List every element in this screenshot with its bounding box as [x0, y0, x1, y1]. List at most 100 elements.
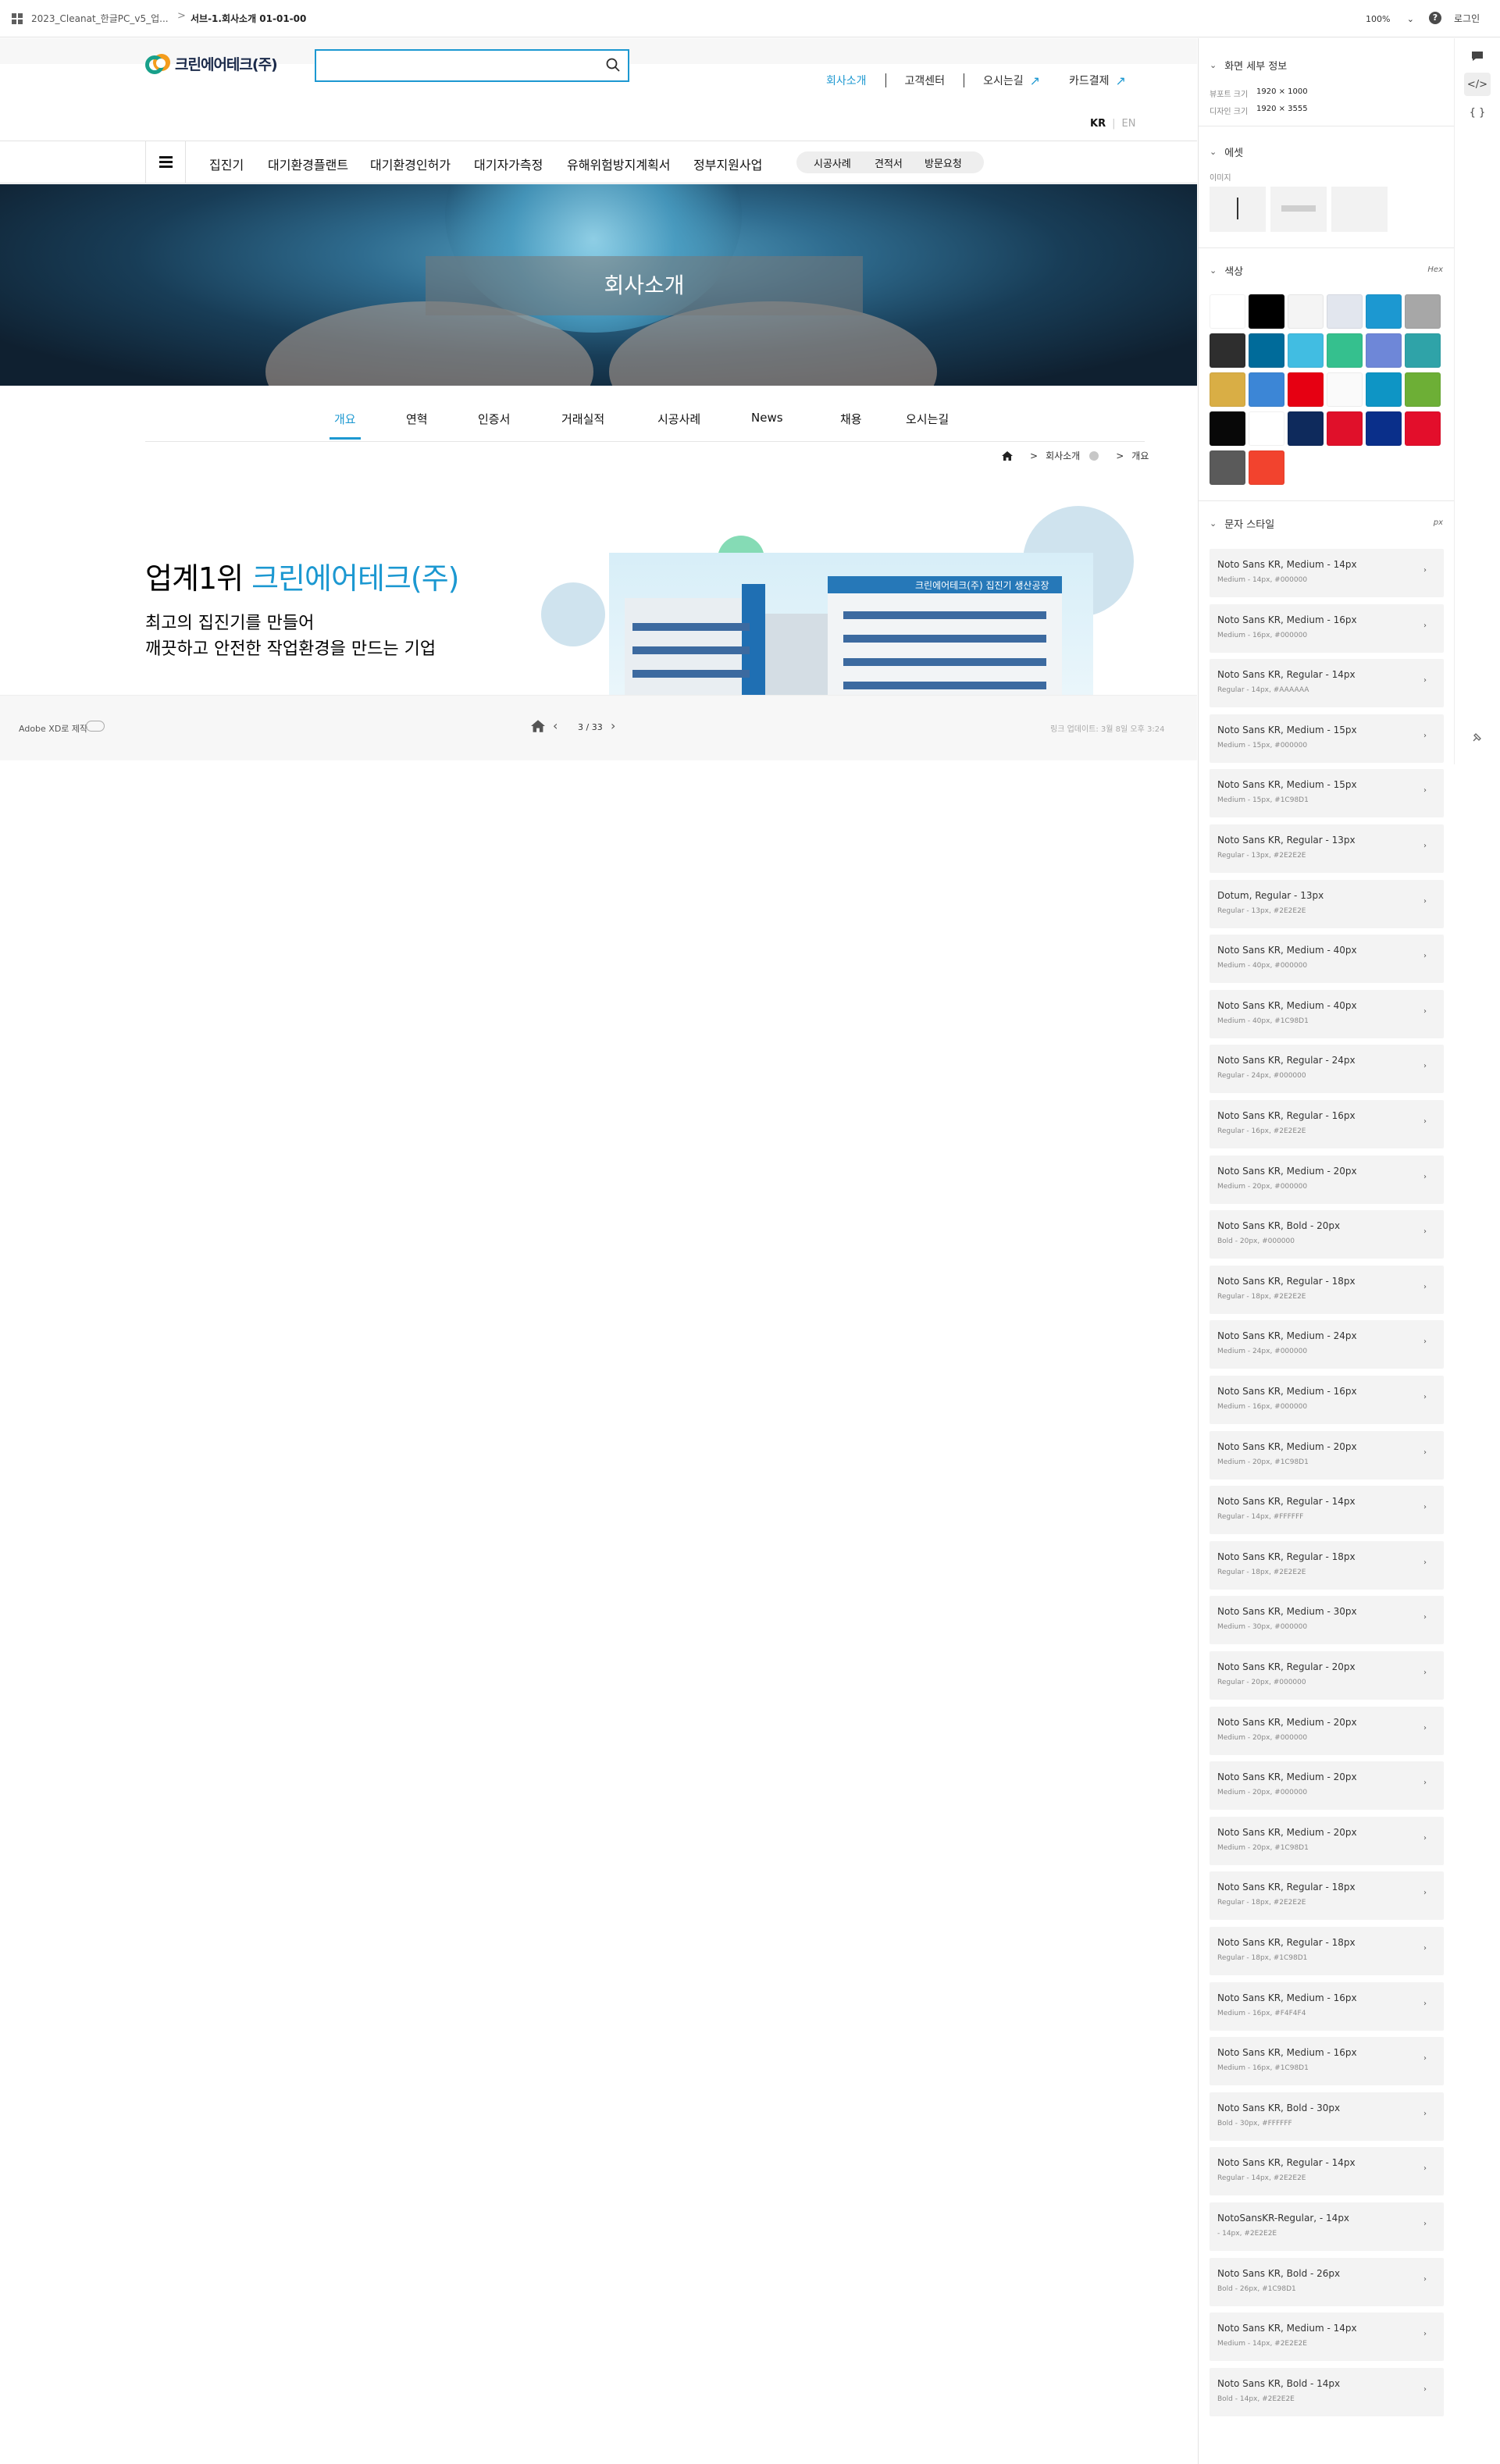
text-style-item[interactable]: Noto Sans KR, Medium - 20px Medium - 20px… — [1210, 1706, 1444, 1755]
text-style-item[interactable]: Noto Sans KR, Medium - 40px Medium - 40px… — [1210, 935, 1444, 984]
section-text-styles[interactable]: ⌄ 문자 스타일 — [1210, 516, 1274, 531]
grid-icon[interactable] — [12, 13, 23, 24]
site-search-input[interactable] — [315, 49, 629, 82]
prev-artboard-button[interactable]: ‹ — [553, 718, 558, 733]
text-style-item[interactable]: Noto Sans KR, Regular - 18px Regular - 18… — [1210, 1871, 1444, 1921]
zoom-select[interactable]: 100% ⌄ — [1363, 10, 1417, 27]
braces-icon[interactable]: { } — [1464, 101, 1491, 124]
quick-link-visit[interactable]: 방문요청 — [925, 155, 962, 170]
text-style-item[interactable]: Noto Sans KR, Medium - 20px Medium - 20px… — [1210, 1761, 1444, 1811]
section-colors[interactable]: ⌄ 색상 — [1210, 263, 1243, 278]
search-icon[interactable] — [606, 58, 620, 72]
text-style-item[interactable]: Noto Sans KR, Regular - 13px Regular - 13… — [1210, 824, 1444, 873]
text-style-item[interactable]: Noto Sans KR, Medium - 30px Medium - 30px… — [1210, 1596, 1444, 1645]
color-format-select[interactable]: Hex — [1427, 265, 1443, 274]
tab-careers[interactable]: 채용 — [840, 411, 862, 427]
comment-icon[interactable] — [1464, 45, 1491, 68]
text-style-item[interactable]: Noto Sans KR, Regular - 14px Regular - 14… — [1210, 1486, 1444, 1535]
tab-history[interactable]: 연혁 — [406, 411, 428, 427]
gnb-item-dust-collector[interactable]: 집진기 — [209, 155, 244, 173]
text-style-item[interactable]: Noto Sans KR, Regular - 14px Regular - 14… — [1210, 659, 1444, 708]
color-swatch[interactable] — [1288, 294, 1324, 329]
gnb-item-plant[interactable]: 대기환경플랜트 — [268, 155, 348, 173]
text-style-item[interactable]: Noto Sans KR, Regular - 18px Regular - 18… — [1210, 1540, 1444, 1590]
text-style-item[interactable]: Noto Sans KR, Regular - 20px Regular - 20… — [1210, 1651, 1444, 1700]
color-swatch[interactable] — [1249, 411, 1284, 446]
text-style-item[interactable]: Noto Sans KR, Medium - 15px Medium - 15px… — [1210, 714, 1444, 763]
text-style-item[interactable]: Noto Sans KR, Medium - 20px Medium - 20px… — [1210, 1155, 1444, 1204]
gnb-item-gov-support[interactable]: 정부지원사업 — [693, 155, 762, 173]
text-style-item[interactable]: Noto Sans KR, Regular - 18px Regular - 18… — [1210, 1265, 1444, 1314]
text-style-item[interactable]: Noto Sans KR, Bold - 20px Bold - 20px, #0… — [1210, 1210, 1444, 1259]
text-style-item[interactable]: Noto Sans KR, Medium - 20px Medium - 20px… — [1210, 1430, 1444, 1479]
lang-kr[interactable]: KR — [1090, 118, 1106, 130]
gnb-item-permit[interactable]: 대기환경인허가 — [370, 155, 451, 173]
color-swatch[interactable] — [1405, 333, 1441, 368]
gnb-item-measurement[interactable]: 대기자가측정 — [474, 155, 543, 173]
color-swatch[interactable] — [1249, 372, 1284, 407]
text-style-item[interactable]: Dotum, Regular - 13px Regular - 13px, #2E… — [1210, 879, 1444, 928]
color-swatch[interactable] — [1249, 294, 1284, 329]
text-style-item[interactable]: Noto Sans KR, Medium - 14px Medium - 14px… — [1210, 549, 1444, 597]
text-style-item[interactable]: Noto Sans KR, Bold - 26px Bold - 26px, #1… — [1210, 2257, 1444, 2306]
text-style-item[interactable]: Noto Sans KR, Medium - 16px Medium - 16px… — [1210, 1376, 1444, 1424]
text-style-item[interactable]: Noto Sans KR, Medium - 20px Medium - 20px… — [1210, 1816, 1444, 1865]
text-style-item[interactable]: NotoSansKR-Regular, - 14px - 14px, #2E2E2… — [1210, 2202, 1444, 2251]
tab-directions[interactable]: 오시는길 — [906, 411, 949, 427]
color-swatch[interactable] — [1366, 372, 1402, 407]
home-icon[interactable] — [531, 719, 545, 733]
color-swatch[interactable] — [1366, 333, 1402, 368]
util-link-card-payment[interactable]: 카드결제 — [1069, 73, 1110, 88]
lang-en[interactable]: EN — [1121, 118, 1135, 130]
text-style-item[interactable]: Noto Sans KR, Medium - 16px Medium - 16px… — [1210, 2037, 1444, 2086]
color-swatch[interactable] — [1366, 411, 1402, 446]
tab-news[interactable]: News — [751, 411, 783, 425]
text-style-item[interactable]: Noto Sans KR, Regular - 16px Regular - 16… — [1210, 1100, 1444, 1148]
text-style-item[interactable]: Noto Sans KR, Medium - 24px Medium - 24px… — [1210, 1320, 1444, 1369]
project-breadcrumb[interactable]: 2023_Cleanat_한글PC_v5_업... — [31, 12, 169, 25]
color-swatch[interactable] — [1288, 372, 1324, 407]
hamburger-menu-icon[interactable] — [145, 141, 186, 183]
text-style-item[interactable]: Noto Sans KR, Medium - 14px Medium - 14px… — [1210, 2313, 1444, 2362]
util-link-company[interactable]: 회사소개 — [826, 73, 867, 88]
tab-overview[interactable]: 개요 — [334, 411, 356, 427]
color-swatch[interactable] — [1249, 450, 1284, 485]
section-screen-info[interactable]: ⌄ 화면 세부 정보 — [1210, 58, 1287, 73]
quick-link-cases[interactable]: 시공사례 — [814, 155, 851, 170]
text-style-item[interactable]: Noto Sans KR, Bold - 30px Bold - 30px, #F… — [1210, 2092, 1444, 2141]
text-unit-select[interactable]: px — [1434, 518, 1443, 527]
color-swatch[interactable] — [1210, 333, 1245, 368]
color-swatch[interactable] — [1210, 450, 1245, 485]
color-swatch[interactable] — [1327, 372, 1363, 407]
home-icon[interactable] — [1002, 450, 1013, 461]
gnb-item-safety-plan[interactable]: 유해위험방지계획서 — [567, 155, 670, 173]
section-assets[interactable]: ⌄ 에셋 — [1210, 144, 1243, 159]
text-style-item[interactable]: Noto Sans KR, Regular - 24px Regular - 24… — [1210, 1045, 1444, 1094]
asset-thumbnail[interactable] — [1270, 187, 1327, 232]
breadcrumb-level1[interactable]: 회사소개 — [1046, 449, 1080, 462]
help-icon[interactable]: ? — [1429, 12, 1441, 24]
next-artboard-button[interactable]: › — [611, 718, 615, 733]
color-swatch[interactable] — [1288, 411, 1324, 446]
tab-cases[interactable]: 시공사례 — [657, 411, 700, 427]
asset-thumbnail[interactable] — [1331, 187, 1388, 232]
color-swatch[interactable] — [1327, 411, 1363, 446]
color-swatch[interactable] — [1210, 372, 1245, 407]
text-style-item[interactable]: Noto Sans KR, Medium - 16px Medium - 16px… — [1210, 604, 1444, 653]
util-link-directions[interactable]: 오시는길 — [983, 73, 1024, 88]
util-link-support[interactable]: 고객센터 — [905, 73, 946, 88]
color-swatch[interactable] — [1210, 411, 1245, 446]
color-swatch[interactable] — [1405, 294, 1441, 329]
text-style-item[interactable]: Noto Sans KR, Regular - 14px Regular - 14… — [1210, 2147, 1444, 2196]
quick-link-estimate[interactable]: 견적서 — [875, 155, 903, 170]
color-swatch[interactable] — [1288, 333, 1324, 368]
text-style-item[interactable]: Noto Sans KR, Bold - 14px Bold - 14px, #2… — [1210, 2367, 1444, 2416]
pin-icon[interactable] — [1464, 725, 1491, 749]
color-swatch[interactable] — [1366, 294, 1402, 329]
asset-thumbnail[interactable] — [1210, 187, 1266, 232]
color-swatch[interactable] — [1405, 372, 1441, 407]
color-swatch[interactable] — [1210, 294, 1245, 329]
text-style-item[interactable]: Noto Sans KR, Medium - 15px Medium - 15px… — [1210, 769, 1444, 818]
tab-clients[interactable]: 거래실적 — [561, 411, 604, 427]
color-swatch[interactable] — [1327, 294, 1363, 329]
